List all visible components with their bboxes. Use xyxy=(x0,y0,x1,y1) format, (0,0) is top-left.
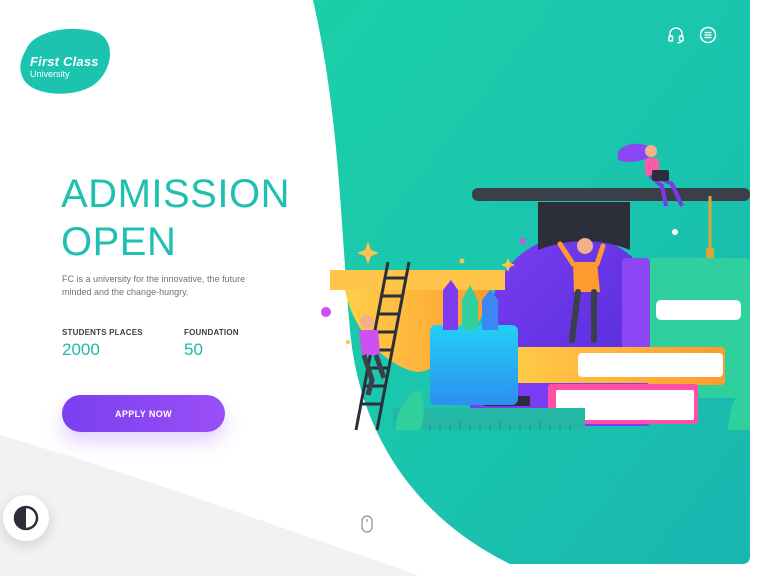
menu-icon[interactable] xyxy=(699,26,717,44)
title-line-2: OPEN xyxy=(61,220,177,264)
logo-subtitle: University xyxy=(30,69,70,79)
mouse-scroll-icon[interactable] xyxy=(361,515,373,533)
stat-value-foundation: 50 xyxy=(184,340,203,359)
landing-page: First Class University ADMISSION OPEN FC… xyxy=(0,0,763,576)
page-title: ADMISSION OPEN xyxy=(61,170,290,266)
stat-value-students: 2000 xyxy=(62,340,100,359)
theme-toggle-button[interactable] xyxy=(3,495,49,541)
hero-description: FC is a university for the innovative, t… xyxy=(62,274,246,297)
stat-label-students: STUDENTS PLACES xyxy=(62,328,143,337)
stat-label-foundation: FOUNDATION xyxy=(184,328,239,337)
apply-now-button[interactable]: APPLY NOW xyxy=(62,395,225,432)
contrast-icon xyxy=(13,505,39,531)
logo-title: First Class xyxy=(30,54,99,69)
headset-icon[interactable] xyxy=(667,26,685,44)
title-line-1: ADMISSION xyxy=(61,172,290,216)
